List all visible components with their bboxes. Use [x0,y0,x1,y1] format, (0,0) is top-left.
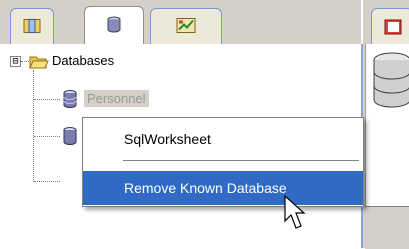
book-icon [384,19,402,38]
tree-connector [34,136,60,137]
tree-connector [34,99,60,100]
tree-connector [34,181,60,182]
mouse-pointer-icon [284,194,308,234]
tree-node-personnel-label[interactable]: Personnel [84,90,149,107]
tab-editor[interactable] [371,8,409,44]
databases-tab-icon [105,16,123,37]
menu-item-remove-known-database[interactable]: Remove Known Database [83,171,363,205]
tab-databases[interactable] [84,6,144,45]
database-icon [62,126,78,149]
editor-panel [363,0,409,249]
database-icon [370,50,409,113]
menu-separator [123,160,359,161]
context-menu: SqlWorksheet Remove Known Database [82,117,364,207]
tree-connector [33,70,34,182]
menu-item-sqlworksheet[interactable]: SqlWorksheet [83,122,363,156]
tab-connections[interactable] [10,8,54,44]
tab-reports[interactable] [150,8,222,44]
editor-footer [365,206,409,249]
reports-tab-icon [176,16,196,37]
folder-open-icon [29,54,49,73]
tree-node-databases-label[interactable]: Databases [52,53,114,68]
tree-collapse-toggle[interactable]: ⊟ [10,56,21,67]
connections-tab-icon [23,17,41,36]
database-icon [62,89,78,112]
tree-connector [21,61,29,62]
navigator-tabstrip [0,0,361,45]
